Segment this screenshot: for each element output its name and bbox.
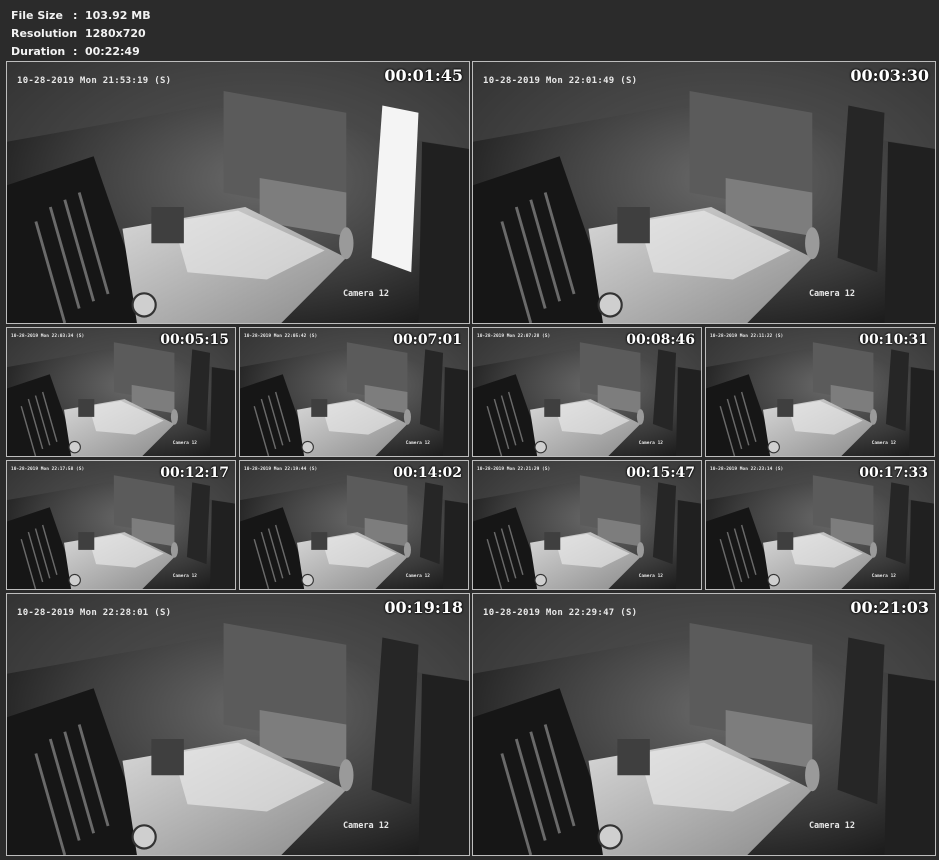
camera-osd-datetime: 10-28-2019 Mon 22:03:34 (S) [11, 334, 85, 339]
thumbnail[interactable]: 10-28-2019 Mon 22:23:14 (S) 00:17:33 Camer… [705, 460, 935, 590]
camera-label: Camera 12 [638, 441, 663, 446]
camera-label: Camera 12 [808, 821, 855, 831]
camera-label: Camera 12 [405, 441, 430, 446]
camera-osd-datetime: 10-28-2019 Mon 22:21:29 (S) [477, 467, 551, 472]
camera-osd-datetime: 10-28-2019 Mon 22:23:14 (S) [710, 467, 784, 472]
camera-osd-datetime: 10-28-2019 Mon 22:07:28 (S) [477, 334, 551, 339]
thumbnail[interactable]: 10-28-2019 Mon 22:17:58 (S) 00:12:17 Camer… [6, 460, 236, 590]
camera-osd-datetime: 10-28-2019 Mon 22:11:22 (S) [710, 334, 784, 339]
camera-label: Camera 12 [342, 289, 389, 299]
camera-frame-image [7, 62, 469, 323]
camera-osd-datetime: 10-28-2019 Mon 22:28:01 (S) [17, 608, 172, 618]
camera-frame-image [473, 594, 935, 855]
thumbnail[interactable]: 10-28-2019 Mon 21:53:19 (S) 00:01:45 Camer… [6, 61, 470, 324]
thumbnail[interactable]: 10-28-2019 Mon 22:19:44 (S) 00:14:02 Camer… [239, 460, 469, 590]
camera-label: Camera 12 [172, 441, 197, 446]
camera-osd-datetime: 10-28-2019 Mon 22:01:49 (S) [483, 76, 638, 86]
thumbnail-timestamp: 00:17:33 [859, 465, 928, 481]
camera-label: Camera 12 [871, 441, 896, 446]
thumbnail[interactable]: 10-28-2019 Mon 22:29:47 (S) 00:21:03 Camer… [472, 593, 936, 856]
thumbnail-timestamp: 00:21:03 [850, 598, 929, 617]
camera-frame-image [7, 594, 469, 855]
thumbnail[interactable]: 10-28-2019 Mon 22:21:29 (S) 00:15:47 Camer… [472, 460, 702, 590]
thumbnail[interactable]: 10-28-2019 Mon 22:05:42 (S) 00:07:01 Camer… [239, 327, 469, 457]
thumbnail-timestamp: 00:19:18 [384, 598, 463, 617]
thumbnail[interactable]: 10-28-2019 Mon 22:11:22 (S) 00:10:31 Camer… [705, 327, 935, 457]
thumbnail-timestamp: 00:15:47 [626, 465, 695, 481]
camera-label: Camera 12 [808, 289, 855, 299]
thumbnail-timestamp: 00:05:15 [160, 332, 229, 348]
camera-osd-datetime: 10-28-2019 Mon 21:53:19 (S) [17, 76, 172, 86]
camera-label: Camera 12 [638, 574, 663, 579]
thumbnail-timestamp: 00:14:02 [393, 465, 462, 481]
thumbnail[interactable]: 10-28-2019 Mon 22:03:34 (S) 00:05:15 Camer… [6, 327, 236, 457]
camera-label: Camera 12 [405, 574, 430, 579]
camera-label: Camera 12 [342, 821, 389, 831]
camera-frame-image [473, 62, 935, 323]
camera-label: Camera 12 [871, 574, 896, 579]
thumbnail-timestamp: 00:08:46 [626, 332, 695, 348]
thumbnail-timestamp: 00:03:30 [850, 66, 929, 85]
thumbnail[interactable]: 10-28-2019 Mon 22:07:28 (S) 00:08:46 Camer… [472, 327, 702, 457]
thumbnail[interactable]: 10-28-2019 Mon 22:28:01 (S) 00:19:18 Camer… [6, 593, 470, 856]
camera-label: Camera 12 [172, 574, 197, 579]
thumbnail-grid: 10-28-2019 Mon 21:53:19 (S) 00:01:45 Camer… [0, 0, 939, 860]
camera-osd-datetime: 10-28-2019 Mon 22:19:44 (S) [244, 467, 318, 472]
thumbnail-timestamp: 00:10:31 [859, 332, 928, 348]
camera-osd-datetime: 10-28-2019 Mon 22:17:58 (S) [11, 467, 85, 472]
camera-osd-datetime: 10-28-2019 Mon 22:29:47 (S) [483, 608, 638, 618]
thumbnail-timestamp: 00:07:01 [393, 332, 462, 348]
camera-osd-datetime: 10-28-2019 Mon 22:05:42 (S) [244, 334, 318, 339]
thumbnail-timestamp: 00:12:17 [160, 465, 229, 481]
thumbnail-timestamp: 00:01:45 [384, 66, 463, 85]
thumbnail[interactable]: 10-28-2019 Mon 22:01:49 (S) 00:03:30 Camer… [472, 61, 936, 324]
